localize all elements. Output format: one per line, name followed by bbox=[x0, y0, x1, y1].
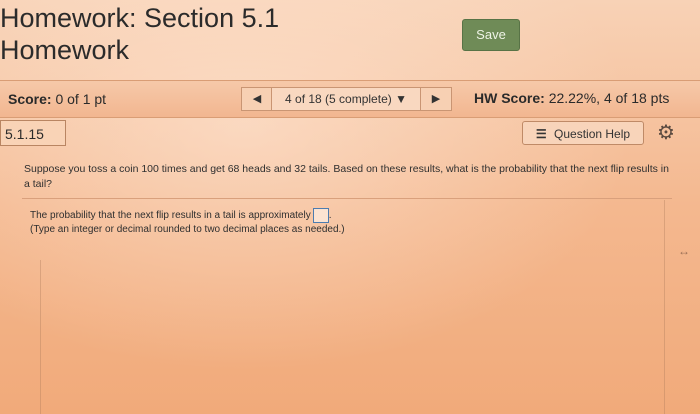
answer-area: The probability that the next flip resul… bbox=[30, 208, 650, 237]
answer-input[interactable] bbox=[312, 208, 329, 223]
right-border-line bbox=[664, 200, 665, 414]
answer-instruction: (Type an integer or decimal rounded to t… bbox=[30, 224, 345, 236]
score-label: Score: bbox=[8, 91, 52, 107]
question-selector-label: 4 of 18 (5 complete) bbox=[285, 92, 392, 106]
question-selector-dropdown[interactable]: 4 of 18 (5 complete) ▼ bbox=[271, 87, 421, 111]
question-number: 5.1.15 bbox=[0, 120, 66, 146]
score-value: 0 of 1 pt bbox=[55, 91, 107, 107]
answer-prompt: The probability that the next flip resul… bbox=[30, 210, 311, 222]
question-bar: 5.1.15 ☰ Question Help ⚙ bbox=[0, 118, 700, 150]
chevron-down-icon: ▼ bbox=[395, 92, 407, 106]
gear-icon[interactable]: ⚙ bbox=[655, 121, 677, 145]
list-icon: ☰ bbox=[535, 127, 547, 141]
save-button[interactable]: Save bbox=[462, 19, 520, 51]
next-question-button[interactable]: ▶ bbox=[420, 87, 452, 111]
arrow-left-icon: ◀ bbox=[252, 93, 262, 105]
resize-arrow-icon: ↔ bbox=[678, 244, 690, 258]
previous-question-button[interactable]: ◀ bbox=[241, 87, 273, 111]
left-border-line bbox=[40, 260, 41, 414]
score-bar: Score: 0 of 1 pt ◀ 4 of 18 (5 complete) … bbox=[0, 80, 700, 118]
page-title-line1: Homework: Section 5.1 bbox=[0, 3, 280, 33]
hw-score-label: HW Score: bbox=[474, 90, 545, 106]
hw-score-value: 22.22%, 4 of 18 pts bbox=[548, 90, 670, 106]
answer-row: The probability that the next flip resul… bbox=[30, 208, 650, 223]
page-title-line2: Homework bbox=[0, 35, 130, 65]
hw-score: HW Score: 22.22%, 4 of 18 pts bbox=[474, 90, 669, 106]
divider bbox=[22, 198, 672, 199]
score: Score: 0 of 1 pt bbox=[8, 91, 106, 107]
screen: Homework: Section 5.1 Homework Save Scor… bbox=[0, 0, 700, 414]
answer-suffix: . bbox=[328, 210, 332, 222]
question-help-label: Question Help bbox=[554, 127, 631, 141]
question-text: Suppose you toss a coin 100 times and ge… bbox=[24, 163, 669, 190]
arrow-right-icon: ▶ bbox=[431, 93, 441, 105]
page-title: Homework: Section 5.1 Homework bbox=[0, 2, 279, 66]
question-help-button[interactable]: ☰ Question Help bbox=[522, 121, 644, 145]
